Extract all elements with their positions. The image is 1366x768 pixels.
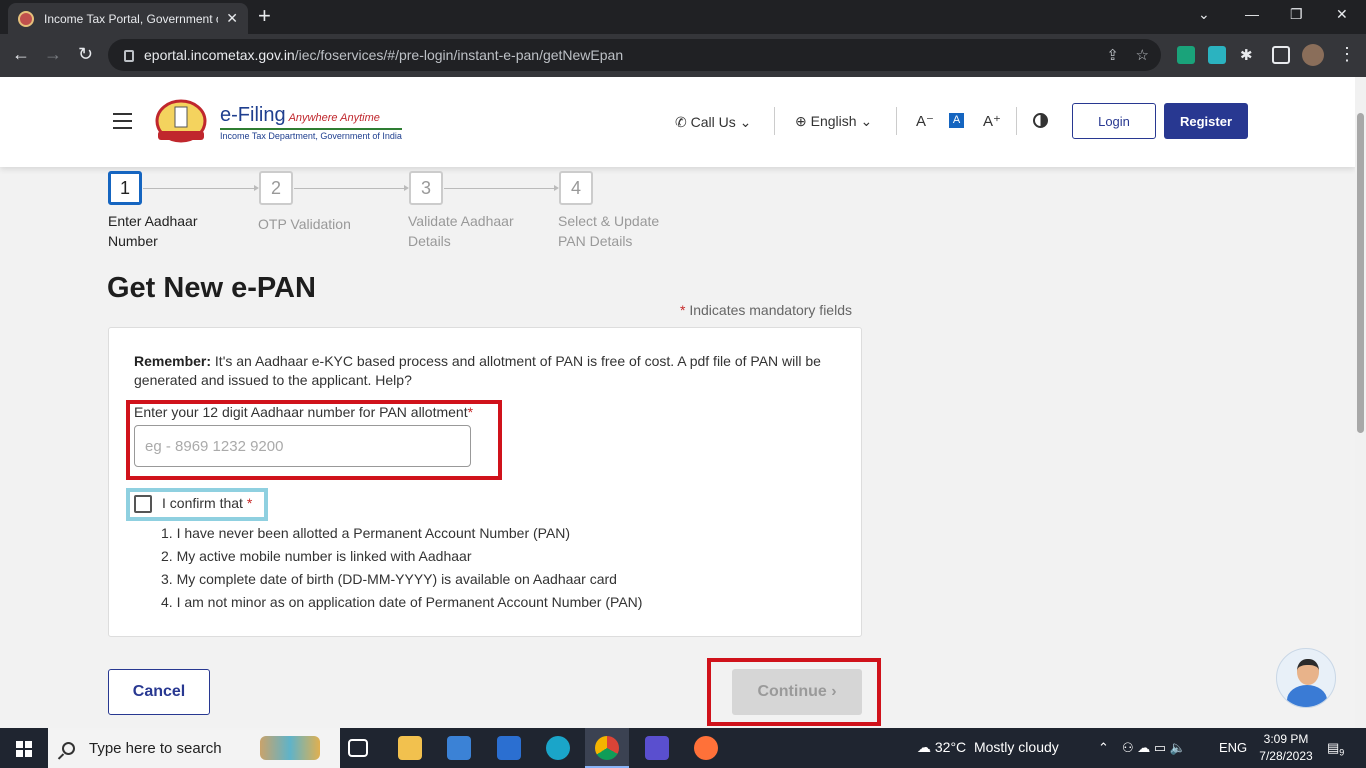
decrease-font-button[interactable]: A⁻ (916, 112, 934, 130)
step-3-label: Validate Aadhaar Details (408, 213, 514, 249)
browser-tab[interactable]: Income Tax Portal, Government o ✕ (8, 3, 248, 34)
brand-title: e-Filing Anywhere Anytime (220, 104, 380, 126)
chevron-down-icon: ⌄ (739, 114, 752, 130)
mandatory-note: * Indicates mandatory fields (680, 302, 852, 318)
page-title: Get New e-PAN (107, 272, 316, 304)
search-highlight-image (260, 736, 320, 760)
step-2-indicator: 2 (259, 171, 293, 205)
tab-search-chevron-icon[interactable]: ⌄ (1198, 6, 1210, 23)
aadhaar-number-input[interactable] (134, 425, 471, 467)
step-1-label: Enter Aadhaar Number (108, 213, 198, 249)
step-connector (143, 185, 259, 191)
site-header: e-Filing Anywhere Anytime Income Tax Depa… (0, 77, 1355, 167)
extension-icon[interactable] (1177, 46, 1195, 64)
register-button[interactable]: Register (1164, 103, 1248, 139)
normal-font-button[interactable]: A (949, 113, 964, 128)
cloud-icon: ☁ (917, 739, 931, 755)
chatbot-avatar[interactable] (1276, 648, 1336, 708)
show-hidden-icons-chevron-icon[interactable]: ⌃ (1098, 740, 1109, 756)
list-item: 2. My active mobile number is linked wit… (161, 548, 472, 564)
edge-icon[interactable] (546, 736, 570, 760)
close-window-icon[interactable]: ✕ (1336, 6, 1348, 23)
hamburger-menu-icon[interactable] (113, 113, 132, 134)
weather-widget[interactable]: ☁ 32°C Mostly cloudy (917, 739, 1059, 756)
system-clock[interactable]: 3:09 PM 7/28/2023 (1252, 731, 1320, 765)
puzzle-icon[interactable]: ✱ (1240, 46, 1258, 64)
confirm-checkbox[interactable] (134, 495, 152, 513)
back-icon[interactable]: ← (12, 44, 30, 64)
divider (774, 107, 775, 135)
chevron-down-icon: ⌄ (860, 113, 873, 129)
site-favicon-icon (18, 10, 34, 27)
increase-font-button[interactable]: A⁺ (983, 112, 1001, 130)
new-tab-icon[interactable]: + (258, 5, 271, 27)
brand-subtitle: Income Tax Department, Government of Ind… (220, 128, 402, 141)
chevron-right-icon: › (831, 683, 837, 700)
language-dropdown[interactable]: ⊕ English ⌄ (795, 113, 872, 130)
step-4-label: Select & Update PAN Details (558, 213, 660, 249)
call-us-dropdown[interactable]: ✆ Call Us ⌄ (675, 114, 751, 131)
share-and-bookmark-icons[interactable]: ⇪ ☆ (1106, 46, 1149, 64)
browser-tab-strip: Income Tax Portal, Government o ✕ + ⌄ — … (0, 0, 1366, 34)
close-tab-icon[interactable]: ✕ (226, 10, 238, 27)
step-1-indicator: 1 (108, 171, 142, 205)
aadhaar-field-label: Enter your 12 digit Aadhaar number for P… (134, 404, 474, 420)
tab-title: Income Tax Portal, Government o (44, 11, 219, 26)
tray-icons[interactable]: ⚇ ☁ ▭ 🔈 (1122, 740, 1186, 756)
confirm-label[interactable]: I confirm that * (162, 495, 252, 511)
income-tax-emblem-logo (155, 99, 207, 143)
remember-note: Remember: It's an Aadhaar e-KYC based pr… (134, 353, 821, 388)
chrome-icon[interactable] (595, 736, 619, 760)
divider (896, 107, 897, 135)
task-view-icon[interactable] (348, 739, 368, 757)
step-2-label: OTP Validation (258, 216, 351, 232)
search-icon (62, 741, 75, 755)
step-connector (444, 185, 559, 191)
epan-form-card: Remember: It's an Aadhaar e-KYC based pr… (108, 327, 862, 637)
url-text: eportal.incometax.gov.in/iec/foservices/… (144, 47, 624, 63)
windows-start-icon[interactable] (16, 741, 32, 757)
file-explorer-icon[interactable] (398, 736, 422, 760)
globe-icon: ⊕ (795, 113, 807, 129)
taskbar-search-box[interactable]: Type here to search (48, 728, 340, 768)
scrollbar-thumb[interactable] (1357, 113, 1364, 433)
browser-toolbar: ← → ↻ eportal.incometax.gov.in/iec/foser… (0, 34, 1366, 77)
step-3-indicator: 3 (409, 171, 443, 205)
app-icon[interactable] (645, 736, 669, 760)
forward-icon[interactable]: → (44, 44, 62, 64)
divider (1016, 107, 1017, 135)
reload-icon[interactable]: ↻ (78, 44, 93, 64)
cancel-button[interactable]: Cancel (108, 669, 210, 715)
list-item: 1. I have never been allotted a Permanen… (161, 525, 571, 541)
lock-icon (124, 50, 134, 62)
login-button[interactable]: Login (1072, 103, 1156, 139)
contrast-toggle-icon[interactable] (1033, 113, 1048, 128)
input-language[interactable]: ENG (1219, 740, 1247, 755)
notification-icon[interactable]: ▤9 (1327, 740, 1344, 758)
microsoft-store-icon[interactable] (447, 736, 471, 760)
extension-icon[interactable] (1208, 46, 1226, 64)
firefox-icon[interactable] (694, 736, 718, 760)
step-connector (294, 185, 409, 191)
browser-menu-icon[interactable]: ⋮ (1338, 44, 1356, 64)
windows-taskbar: Type here to search ☁ 32°C Mostly cloudy… (0, 728, 1366, 768)
confirmation-conditions-list: 1. I have never been allotted a Permanen… (161, 525, 642, 617)
page-scrollbar[interactable] (1355, 77, 1366, 728)
continue-button[interactable]: Continue › (732, 669, 862, 715)
mail-icon[interactable] (497, 736, 521, 760)
restore-icon[interactable]: ❐ (1290, 6, 1303, 23)
list-item: 4. I am not minor as on application date… (161, 594, 643, 610)
profile-avatar[interactable] (1302, 44, 1324, 66)
side-panel-icon[interactable] (1272, 46, 1290, 64)
step-4-indicator: 4 (559, 171, 593, 205)
list-item: 3. My complete date of birth (DD-MM-YYYY… (161, 571, 617, 587)
minimize-icon[interactable]: — (1245, 6, 1259, 22)
address-bar[interactable]: eportal.incometax.gov.in/iec/foservices/… (108, 39, 1161, 71)
page-content: e-Filing Anywhere Anytime Income Tax Depa… (0, 77, 1355, 728)
